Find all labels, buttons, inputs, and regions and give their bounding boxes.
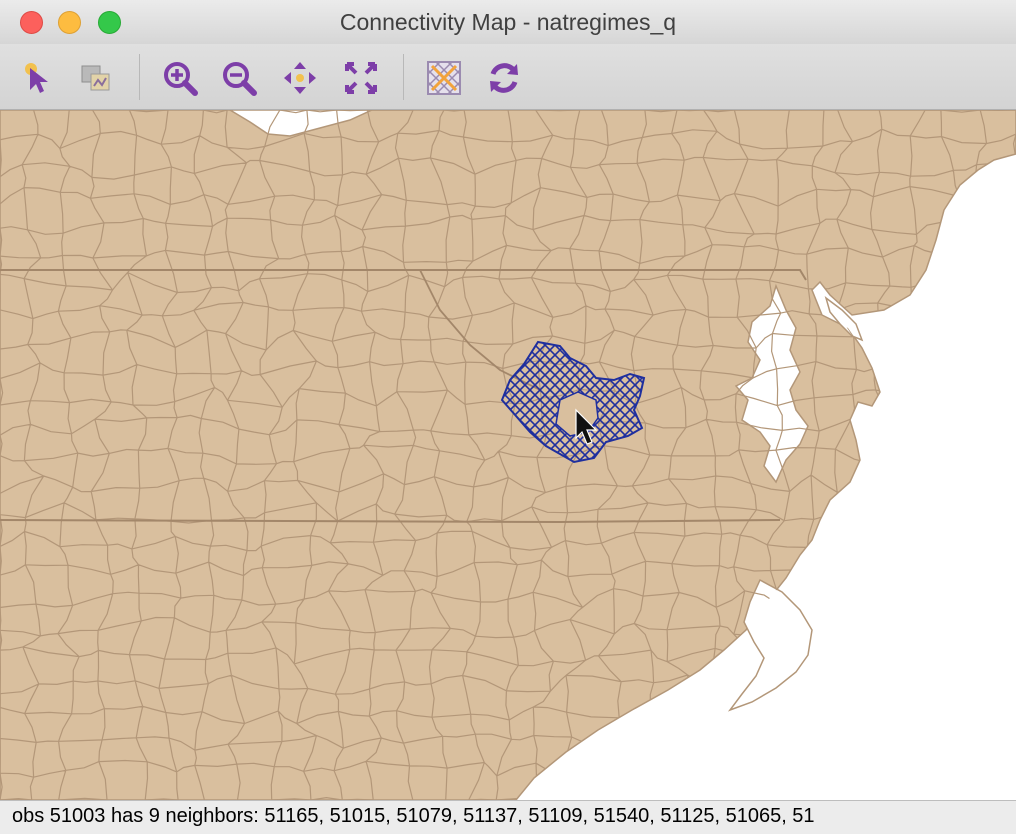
title-bar: Connectivity Map - natregimes_q xyxy=(0,0,1016,44)
toolbar xyxy=(0,44,1016,110)
window-title: Connectivity Map - natregimes_q xyxy=(339,9,677,35)
select-tool-button[interactable] xyxy=(18,58,58,98)
zoom-in-icon xyxy=(164,62,198,96)
zoom-out-icon xyxy=(223,62,257,96)
status-text: obs 51003 has 9 neighbors: 51165, 51015,… xyxy=(12,805,815,827)
refresh-icon xyxy=(490,63,518,93)
refresh-button[interactable] xyxy=(484,58,524,98)
map-options-icon xyxy=(427,61,461,95)
toolbar-separator xyxy=(403,54,404,100)
fit-to-window-button[interactable] xyxy=(341,58,381,98)
county-map[interactable] xyxy=(0,110,1016,800)
pan-icon xyxy=(284,62,316,94)
pan-button[interactable] xyxy=(280,58,320,98)
select-tool-icon xyxy=(25,63,48,93)
map-options-button[interactable] xyxy=(424,58,464,98)
copy-image-button[interactable] xyxy=(76,58,116,98)
map-canvas[interactable] xyxy=(0,110,1016,800)
land-area xyxy=(0,110,1016,800)
zoom-out-button[interactable] xyxy=(219,58,259,98)
status-bar: obs 51003 has 9 neighbors: 51165, 51015,… xyxy=(0,800,1016,834)
zoom-in-button[interactable] xyxy=(160,58,200,98)
fit-to-window-icon xyxy=(345,62,377,94)
toolbar-separator xyxy=(139,54,140,100)
copy-image-icon xyxy=(81,65,110,91)
